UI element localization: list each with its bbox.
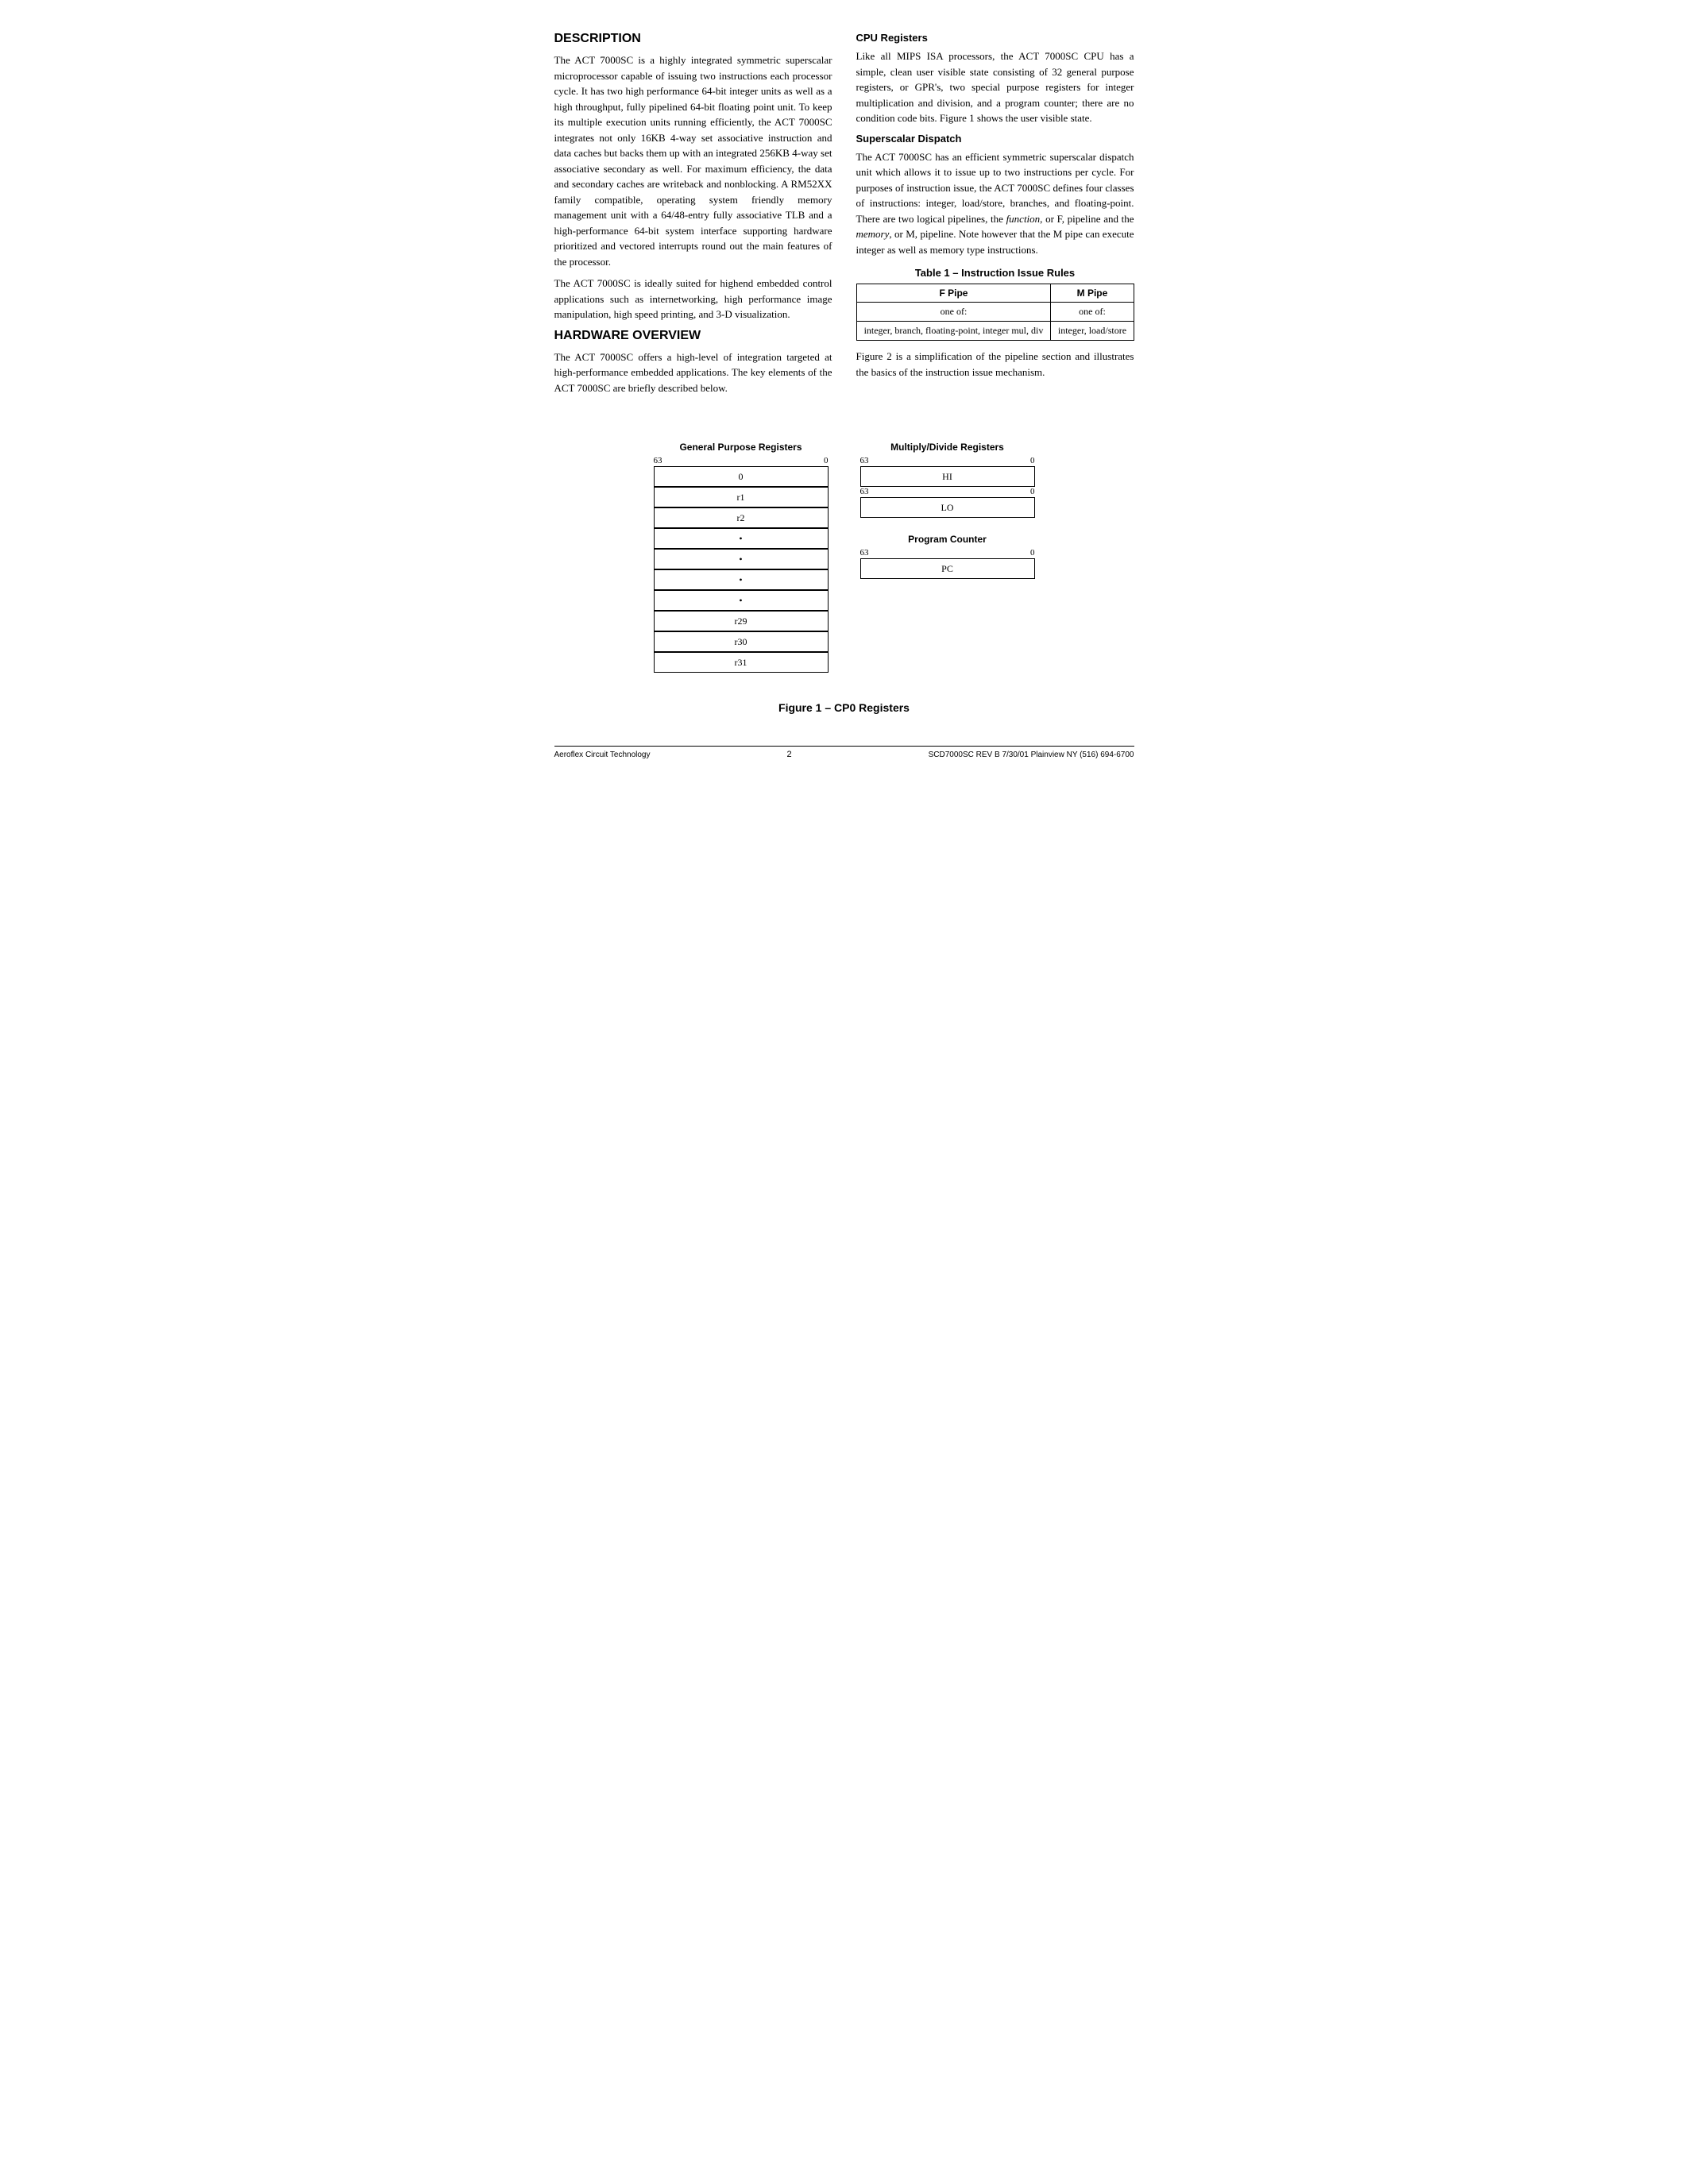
- gpr-reg-dot3: •: [654, 569, 829, 590]
- cpu-registers-title: CPU Registers: [856, 32, 1134, 44]
- figure-section: General Purpose Registers 63 0 0 r1 r2 •…: [554, 442, 1134, 673]
- left-column: DESCRIPTION The ACT 7000SC is a highly i…: [554, 32, 832, 402]
- superscalar-dispatch-title: Superscalar Dispatch: [856, 133, 1134, 145]
- gpr-reg-dot2: •: [654, 549, 829, 569]
- gpr-bit-low: 0: [824, 456, 829, 465]
- table-row: one of: one of:: [856, 303, 1134, 322]
- hardware-overview-title: HARDWARE OVERVIEW: [554, 329, 832, 343]
- figure-note: Figure 2 is a simplification of the pipe…: [856, 349, 1134, 380]
- table-cell-fpipe-oneof: one of:: [856, 303, 1051, 322]
- hi-bit-labels: 63 0: [860, 456, 1035, 465]
- page: DESCRIPTION The ACT 7000SC is a highly i…: [554, 32, 1134, 905]
- right-register-groups: Multiply/Divide Registers 63 0 HI 63 0 L…: [860, 442, 1035, 579]
- figure-caption: Figure 1 – CP0 Registers: [554, 701, 1134, 714]
- superscalar-dispatch-para: The ACT 7000SC has an efficient symmetri…: [856, 149, 1134, 258]
- gpr-bit-labels: 63 0: [654, 456, 829, 465]
- gpr-reg-r29: r29: [654, 611, 829, 631]
- gpr-reg-r31: r31: [654, 652, 829, 673]
- pc-bit-low: 0: [1030, 548, 1035, 558]
- gpr-reg-r30: r30: [654, 631, 829, 652]
- pc-bit-labels: 63 0: [860, 548, 1035, 558]
- right-column: CPU Registers Like all MIPS ISA processo…: [856, 32, 1134, 402]
- gpr-bit-high: 63: [654, 456, 662, 465]
- gpr-reg-dot4: •: [654, 590, 829, 611]
- hi-bit-low: 0: [1030, 456, 1035, 465]
- gpr-reg-0: 0: [654, 466, 829, 487]
- hi-register: HI: [860, 466, 1035, 487]
- gpr-reg-r2: r2: [654, 507, 829, 528]
- gpr-reg-r1: r1: [654, 487, 829, 507]
- gpr-title: General Purpose Registers: [679, 442, 802, 453]
- cpu-registers-para: Like all MIPS ISA processors, the ACT 70…: [856, 48, 1134, 126]
- multiply-divide-title: Multiply/Divide Registers: [890, 442, 1004, 453]
- table-cell-fpipe-items: integer, branch, floating-point, integer…: [856, 322, 1051, 341]
- lo-bit-low: 0: [1030, 487, 1035, 496]
- footer-center-page-number: 2: [787, 750, 792, 759]
- hardware-overview-para: The ACT 7000SC offers a high-level of in…: [554, 349, 832, 396]
- table-row: integer, branch, floating-point, integer…: [856, 322, 1134, 341]
- description-para-2: The ACT 7000SC is ideally suited for hig…: [554, 276, 832, 322]
- description-para-1: The ACT 7000SC is a highly integrated sy…: [554, 52, 832, 269]
- gpr-registers: 0 r1 r2 • • • • r29 r30 r31: [654, 466, 829, 673]
- lo-register: LO: [860, 497, 1035, 518]
- pc-register: PC: [860, 558, 1035, 579]
- pc-bit-high: 63: [860, 548, 869, 558]
- instruction-table: F Pipe M Pipe one of: one of: integer, b…: [856, 284, 1134, 341]
- lo-bit-high: 63: [860, 487, 869, 496]
- table-cell-mpipe-oneof: one of:: [1051, 303, 1134, 322]
- gpr-reg-dot1: •: [654, 528, 829, 549]
- table-cell-mpipe-items: integer, load/store: [1051, 322, 1134, 341]
- program-counter-group: Program Counter 63 0 PC: [860, 534, 1035, 579]
- hi-bit-high: 63: [860, 456, 869, 465]
- footer: Aeroflex Circuit Technology 2 SCD7000SC …: [554, 746, 1134, 759]
- gpr-group: General Purpose Registers 63 0 0 r1 r2 •…: [654, 442, 829, 673]
- description-title: DESCRIPTION: [554, 32, 832, 46]
- program-counter-title: Program Counter: [908, 534, 987, 545]
- main-content: DESCRIPTION The ACT 7000SC is a highly i…: [554, 32, 1134, 402]
- footer-left: Aeroflex Circuit Technology: [554, 751, 651, 759]
- multiply-divide-group: Multiply/Divide Registers 63 0 HI 63 0 L…: [860, 442, 1035, 518]
- table-header-mpipe: M Pipe: [1051, 284, 1134, 303]
- lo-bit-labels: 63 0: [860, 487, 1035, 496]
- table-header-fpipe: F Pipe: [856, 284, 1051, 303]
- footer-right: SCD7000SC REV B 7/30/01 Plainview NY (51…: [929, 751, 1134, 759]
- table-caption: Table 1 – Instruction Issue Rules: [856, 267, 1134, 279]
